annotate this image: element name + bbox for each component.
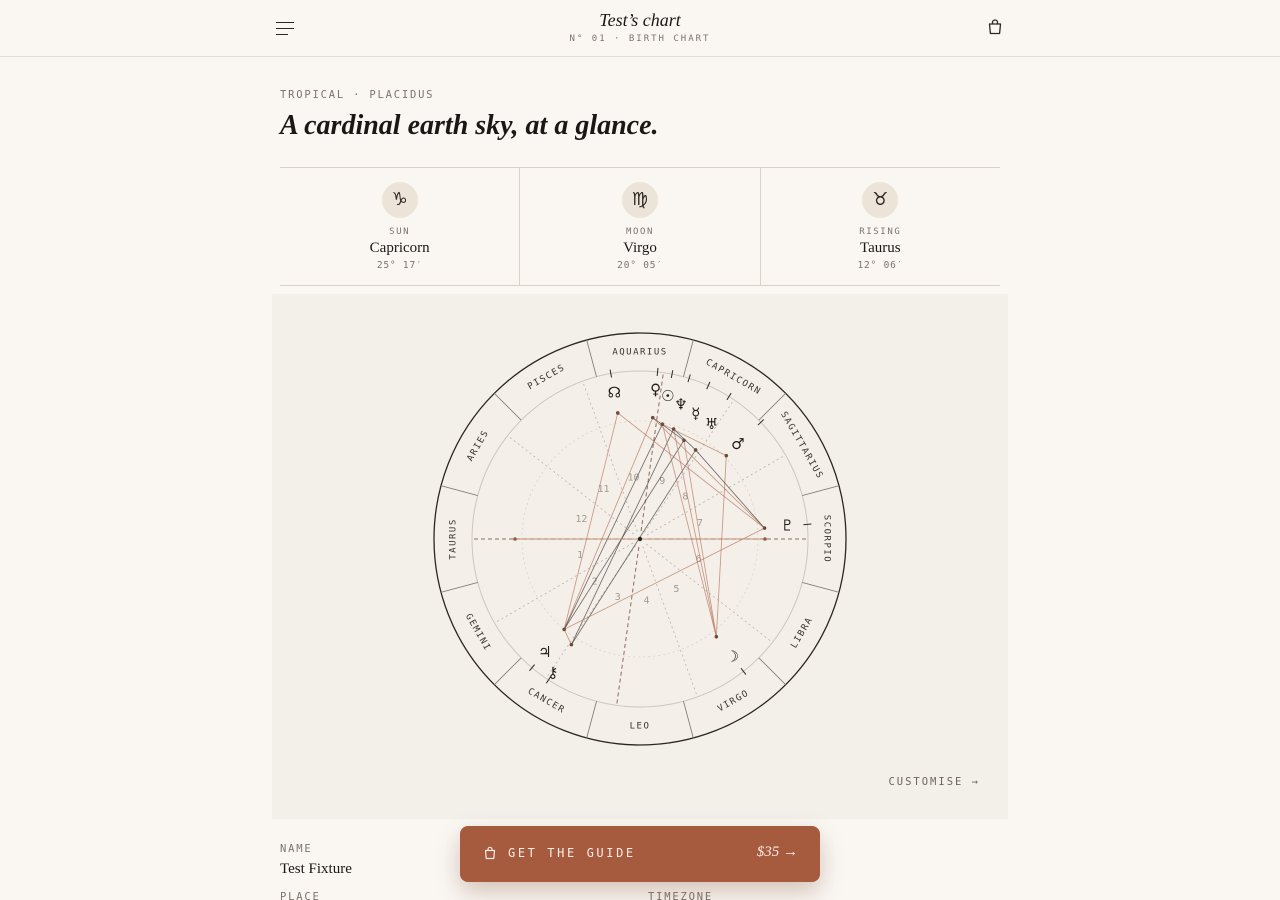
sign-label: LEO bbox=[630, 722, 651, 732]
mercury-glyph-icon: ☿ bbox=[691, 404, 700, 422]
placement-sign: Capricorn bbox=[369, 240, 430, 256]
sign-label: TAURUS bbox=[449, 518, 459, 560]
placement-degree: 12° 06′ bbox=[857, 260, 904, 271]
pluto-glyph-icon: ♇ bbox=[781, 517, 794, 535]
aspect-point bbox=[671, 427, 676, 431]
name-label: NAME bbox=[280, 843, 313, 855]
aspect-point bbox=[660, 422, 665, 426]
chart-system-eyebrow: TROPICAL · PLACIDUS bbox=[280, 89, 435, 101]
taurus-glyph-icon: ♉ bbox=[862, 182, 899, 218]
house-number: 5 bbox=[673, 584, 679, 595]
aspect-point bbox=[569, 642, 574, 647]
shopping-bag-icon bbox=[484, 846, 496, 860]
top-bar: Test’s chart N° 01 · BIRTH CHART bbox=[0, 0, 1280, 57]
placement-degree: 25° 17′ bbox=[376, 260, 423, 271]
get-guide-button[interactable]: GET THE GUIDE $35 → bbox=[460, 826, 820, 882]
angle-point bbox=[513, 537, 517, 541]
placement-label: SUN bbox=[389, 227, 411, 237]
aspect-point bbox=[724, 453, 729, 458]
placement-degree: 20° 05′ bbox=[617, 260, 663, 271]
sun-placement: ♑ SUN Capricorn 25° 17′ bbox=[280, 168, 519, 285]
cta-label: GET THE GUIDE bbox=[508, 846, 636, 860]
aspect-point bbox=[762, 526, 767, 530]
chiron-glyph-icon: ⚷ bbox=[547, 664, 558, 682]
uranus-glyph-icon: ♅ bbox=[705, 415, 718, 433]
neptune-glyph-icon: ♆ bbox=[674, 396, 687, 414]
house-number: 4 bbox=[643, 596, 649, 607]
aspect-point bbox=[714, 634, 719, 639]
page-headline: A cardinal earth sky, at a glance. bbox=[280, 110, 659, 141]
sun-glyph-icon: ☉ bbox=[661, 387, 674, 405]
aspect-point bbox=[693, 448, 698, 452]
house-number: 12 bbox=[575, 514, 587, 525]
planet-tick bbox=[803, 523, 812, 526]
chart-title: Test’s chart bbox=[599, 10, 681, 30]
rising-placement: ♉ RISING Taurus 12° 06′ bbox=[759, 168, 1000, 285]
birth-chart-wheel[interactable]: AQUARIUSCAPRICORNSAGITTARIUSSCORPIOLIBRA… bbox=[272, 294, 1008, 819]
mars-glyph-icon: ♂ bbox=[731, 435, 744, 453]
place-label: PLACE bbox=[280, 891, 321, 900]
cta-price: $35 → bbox=[756, 844, 798, 860]
moon-placement: ♍ MOON Virgo 20° 05′ bbox=[519, 168, 759, 285]
chart-center bbox=[637, 536, 643, 542]
timezone-label: TIMEZONE bbox=[648, 891, 713, 900]
placement-sign: Taurus bbox=[860, 240, 901, 256]
placement-label: MOON bbox=[625, 227, 655, 237]
sign-label: AQUARIUS bbox=[612, 348, 667, 358]
name-value: Test Fixture bbox=[280, 861, 352, 877]
placement-label: RISING bbox=[859, 227, 902, 237]
shopping-bag-icon bbox=[988, 19, 1002, 35]
angle-point bbox=[763, 537, 767, 541]
virgo-glyph-icon: ♍ bbox=[621, 182, 658, 218]
north-node-glyph-icon: ☊ bbox=[608, 384, 621, 402]
sign-label: SCORPIO bbox=[822, 515, 832, 563]
big-three-summary: ♑ SUN Capricorn 25° 17′ ♍ MOON Virgo 20°… bbox=[280, 167, 1000, 286]
venus-glyph-icon: ♀ bbox=[650, 380, 661, 398]
birth-chart-panel: AQUARIUS CAPRICORN SAGITTARIUS SCORPIO LIBRA… bbox=[272, 294, 1008, 819]
aspect-point bbox=[562, 627, 566, 632]
moon-glyph-icon: ☽ bbox=[726, 648, 739, 666]
customise-link[interactable]: CUSTOMISE → bbox=[888, 776, 980, 788]
jupiter-glyph-icon: ♃ bbox=[538, 643, 551, 661]
house-number: 11 bbox=[598, 484, 610, 495]
aspect-point bbox=[650, 415, 655, 420]
aspect-point bbox=[682, 438, 686, 443]
capricorn-glyph-icon: ♑ bbox=[381, 182, 418, 218]
chart-subtitle: N° 01 · BIRTH CHART bbox=[569, 34, 711, 44]
aspect-point bbox=[615, 411, 620, 415]
placement-sign: Virgo bbox=[623, 240, 657, 256]
cart-button[interactable] bbox=[985, 17, 1005, 37]
